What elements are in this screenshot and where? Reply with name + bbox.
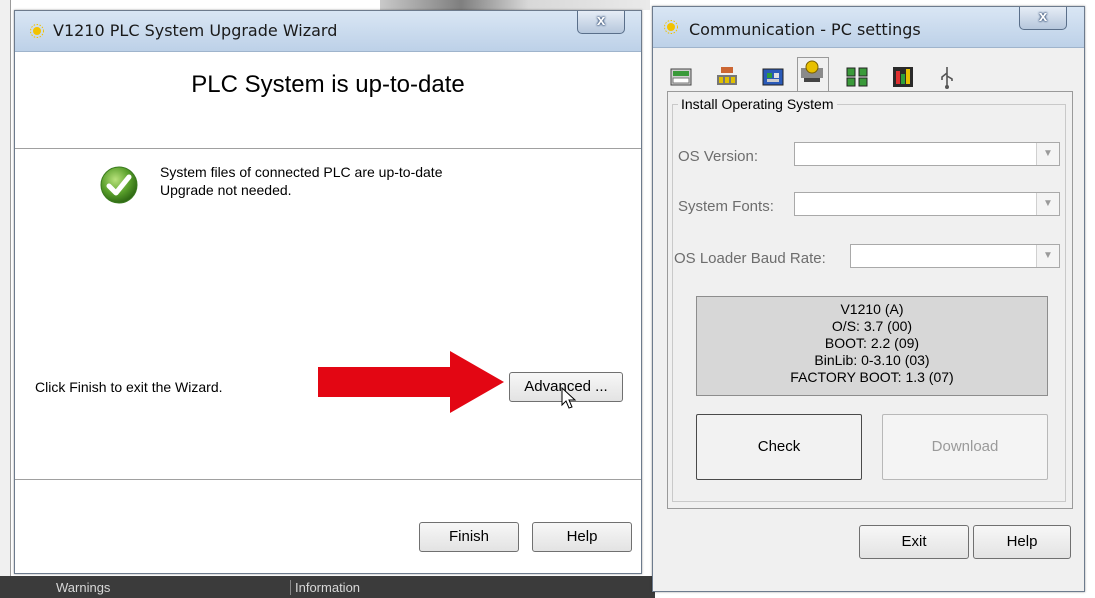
os-tab-icon[interactable]	[797, 57, 829, 92]
modem-tab-icon[interactable]	[759, 63, 789, 93]
dropdown-arrow-icon: ▼	[1036, 245, 1059, 267]
info-binlib: BinLib: 0-3.10 (03)	[814, 352, 930, 368]
ethernet-tab-icon[interactable]	[843, 63, 873, 93]
info-boot: BOOT: 2.2 (09)	[824, 335, 920, 351]
wizard-title: V1210 PLC System Upgrade Wizard	[53, 21, 338, 40]
tab-strip	[667, 57, 1077, 143]
status-message-line2: Upgrade not needed.	[160, 182, 292, 198]
install-os-group-title: Install Operating System	[678, 96, 837, 112]
app-sun-icon	[30, 24, 44, 38]
system-fonts-label: System Fonts:	[678, 198, 774, 215]
comm-help-button[interactable]: Help	[973, 525, 1071, 559]
wizard-titlebar: V1210 PLC System Upgrade Wizard x	[15, 11, 641, 52]
info-factory-boot: FACTORY BOOT: 1.3 (07)	[790, 369, 954, 385]
wizard-top-divider	[15, 148, 641, 150]
download-button[interactable]: Download	[882, 414, 1048, 480]
system-fonts-combo[interactable]: ▼	[794, 192, 1060, 216]
plc-tab-icon[interactable]	[667, 63, 697, 93]
mouse-cursor-icon	[561, 387, 577, 409]
gprs-tab-icon[interactable]	[889, 63, 919, 93]
warnings-tab-label[interactable]: Warnings	[56, 580, 110, 595]
baud-rate-combo[interactable]: ▼	[850, 244, 1060, 268]
wizard-help-button[interactable]: Help	[532, 522, 632, 552]
wizard-bottom-divider	[15, 479, 641, 481]
wizard-close-button[interactable]: x	[577, 11, 625, 34]
comm-title: Communication - PC settings	[689, 20, 921, 39]
dropdown-arrow-icon: ▼	[1036, 193, 1059, 215]
info-model: V1210 (A)	[840, 301, 904, 317]
baud-rate-label: OS Loader Baud Rate:	[674, 250, 826, 267]
info-os: O/S: 3.7 (00)	[831, 318, 913, 334]
app-sun-icon	[664, 20, 678, 34]
dropdown-arrow-icon: ▼	[1036, 143, 1059, 165]
communication-window: Communication - PC settings x Install Op…	[652, 6, 1085, 592]
os-version-label: OS Version:	[678, 148, 759, 165]
background-left-edge	[0, 0, 11, 598]
network-tab-icon[interactable]	[713, 63, 743, 93]
comm-titlebar: Communication - PC settings x	[653, 7, 1084, 48]
comm-close-button[interactable]: x	[1019, 7, 1067, 30]
background-status-strip: Warnings Information	[0, 576, 655, 598]
os-version-combo[interactable]: ▼	[794, 142, 1060, 166]
plc-info-panel: V1210 (A) O/S: 3.7 (00) BOOT: 2.2 (09) B…	[696, 296, 1048, 396]
information-tab-label[interactable]: Information	[290, 580, 360, 595]
finish-button[interactable]: Finish	[419, 522, 519, 552]
usb-tab-icon[interactable]	[933, 63, 963, 93]
success-check-icon	[100, 166, 138, 204]
tab-page: Install Operating System OS Version: ▼ S…	[667, 91, 1073, 509]
status-message-line1: System files of connected PLC are up-to-…	[160, 164, 443, 180]
exit-button[interactable]: Exit	[859, 525, 969, 559]
exit-hint-text: Click Finish to exit the Wizard.	[35, 379, 223, 395]
background-top-strip	[380, 0, 650, 10]
wizard-heading: PLC System is up-to-date	[191, 71, 465, 98]
red-arrow-annotation	[318, 351, 504, 413]
check-button[interactable]: Check	[696, 414, 862, 480]
upgrade-wizard-window: V1210 PLC System Upgrade Wizard x PLC Sy…	[14, 10, 642, 574]
